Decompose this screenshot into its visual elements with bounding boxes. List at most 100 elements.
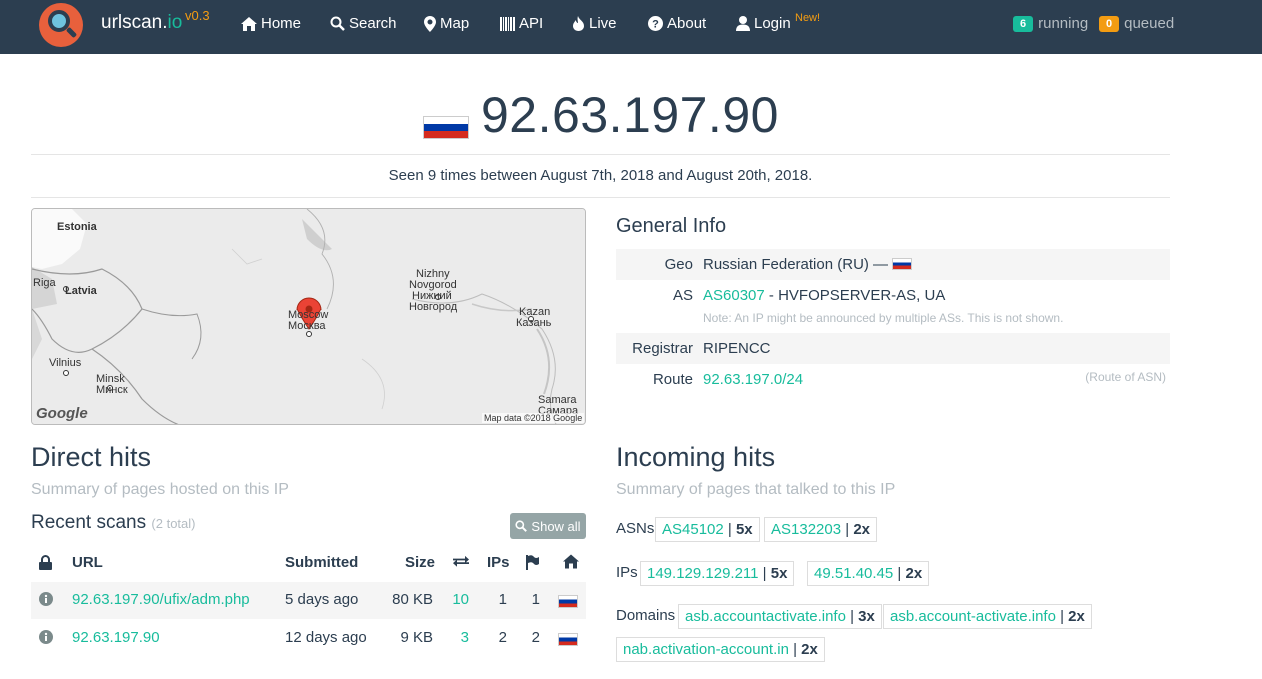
search-icon	[330, 16, 345, 31]
nav-map[interactable]: Map	[424, 15, 469, 32]
nav-api[interactable]: API	[500, 15, 543, 32]
lock-icon	[39, 555, 52, 570]
recent-scans-title: Recent scans (2 total)	[31, 512, 195, 534]
scan-size: 80 KB	[392, 591, 433, 608]
nav-home-label: Home	[261, 15, 302, 32]
queued-label: queued	[1124, 15, 1175, 32]
info-key: AS	[672, 287, 693, 304]
route-note: (Route of ASN)	[1085, 370, 1166, 384]
scan-countries: 2	[531, 629, 540, 646]
direct-hits-subtitle: Summary of pages hosted on this IP	[31, 481, 289, 498]
svg-text:?: ?	[652, 19, 659, 31]
info-key: Route	[652, 371, 693, 388]
scan-submitted: 12 days ago	[285, 629, 367, 646]
nav-home[interactable]: Home	[241, 15, 301, 32]
asn-count: 2x	[853, 521, 870, 538]
map-label: Новгород	[409, 301, 458, 313]
col-url: URL	[72, 554, 103, 571]
scan-url-link[interactable]: 92.63.197.90	[72, 629, 160, 646]
domain-chip: nab.activation-account.in | 2x	[616, 637, 825, 662]
barcode-icon	[500, 16, 515, 31]
user-icon	[736, 16, 750, 31]
brand-link[interactable]: urlscan.io	[101, 12, 182, 34]
domain-count: 2x	[801, 641, 818, 658]
info-row-as: AS AS60307 - HVFOPSERVER-AS, UA Note: An…	[616, 280, 1170, 333]
running-label: running	[1038, 15, 1089, 32]
flag-icon	[526, 555, 539, 570]
domain-link[interactable]: asb.account-activate.info	[890, 608, 1056, 625]
navbar: urlscan.io v0.3 Home Search Map API Live…	[0, 0, 1262, 54]
map-label: Riga	[33, 277, 56, 289]
nav-about-label: About	[667, 15, 707, 32]
running-counter: 6 running	[1013, 15, 1088, 32]
incoming-hits-subtitle: Summary of pages that talked to this IP	[616, 481, 896, 498]
map-label: Москва	[288, 320, 326, 332]
urlscan-logo-icon[interactable]	[39, 3, 83, 47]
ips-label: IPs	[616, 564, 638, 581]
domain-chip: asb.accountactivate.info | 3x	[678, 604, 882, 629]
home-icon	[241, 16, 257, 31]
show-all-button[interactable]: Show all	[510, 513, 586, 539]
asns-label: ASNs	[616, 520, 655, 537]
domain-chip: asb.account-activate.info | 2x	[883, 604, 1092, 629]
asn-chip: AS132203 | 2x	[764, 517, 877, 542]
version-label: v0.3	[185, 8, 210, 23]
queued-counter: 0 queued	[1099, 15, 1174, 32]
domain-count: 3x	[858, 608, 875, 625]
brand-tld: io	[167, 12, 183, 33]
domains-label: Domains	[616, 607, 676, 624]
map-attribution[interactable]: Map data ©2018 Google	[482, 413, 585, 423]
fire-icon	[573, 16, 584, 31]
domain-count: 2x	[1068, 608, 1085, 625]
asn-link[interactable]: AS132203	[771, 521, 841, 538]
nav-live[interactable]: Live	[572, 15, 617, 32]
scan-countries: 1	[531, 591, 540, 608]
geo-country: Russian Federation (RU) —	[703, 256, 889, 273]
asn-chip: AS45102 | 5x	[655, 517, 760, 542]
info-value: AS60307 - HVFOPSERVER-AS, UA	[703, 287, 945, 304]
russia-flag-icon	[558, 595, 578, 608]
col-ips: IPs	[487, 554, 510, 571]
ip-link[interactable]: 49.51.40.45	[814, 565, 893, 582]
info-circle-icon[interactable]	[39, 592, 53, 606]
location-map[interactable]: Estonia Riga Latvia Vilnius Minsk Минск …	[31, 208, 586, 425]
queued-count-badge: 0	[1099, 15, 1120, 32]
info-circle-icon[interactable]	[39, 630, 53, 644]
ip-chip: 149.129.129.211 | 5x	[640, 561, 795, 586]
russia-flag-icon	[892, 258, 913, 270]
scan-requests-link[interactable]: 10	[440, 591, 469, 608]
nav-search-label: Search	[349, 15, 397, 32]
domain-link[interactable]: asb.accountactivate.info	[685, 608, 846, 625]
question-circle-icon: ?	[648, 16, 663, 31]
scan-size: 9 KB	[400, 629, 433, 646]
divider	[31, 197, 1170, 198]
google-logo: Google	[36, 405, 88, 422]
login-new-badge: New!	[795, 12, 821, 24]
map-label: Latvia	[65, 285, 97, 297]
as-link[interactable]: AS60307	[703, 287, 765, 304]
nav-live-label: Live	[589, 15, 617, 32]
asn-link[interactable]: AS45102	[662, 521, 724, 538]
scan-ips: 1	[498, 591, 507, 608]
page-title-ip: 92.63.197.90	[481, 87, 779, 143]
scan-requests-link[interactable]: 3	[440, 629, 469, 646]
nav-api-label: API	[519, 15, 544, 32]
nav-search[interactable]: Search	[330, 15, 397, 32]
nav-about[interactable]: ? About	[648, 15, 706, 32]
recent-scans-label: Recent scans	[31, 512, 147, 533]
as-note: Note: An IP might be announced by multip…	[703, 311, 1064, 325]
ip-link[interactable]: 149.129.129.211	[647, 565, 759, 582]
general-info-title: General Info	[616, 215, 727, 237]
info-row-geo: Geo Russian Federation (RU) —	[616, 249, 1170, 280]
domain-link[interactable]: nab.activation-account.in	[623, 641, 789, 658]
col-size: Size	[405, 554, 436, 571]
scan-ips: 2	[498, 629, 507, 646]
russia-flag-icon	[423, 116, 469, 139]
scan-url-link[interactable]: 92.63.197.90/ufix/adm.php	[72, 591, 250, 608]
map-marker-icon	[424, 15, 436, 32]
nav-login[interactable]: Login	[736, 15, 791, 32]
route-link[interactable]: 92.63.197.0/24	[703, 371, 803, 388]
russia-flag-icon	[558, 633, 578, 646]
col-submitted: Submitted	[285, 554, 359, 571]
info-key: Registrar	[632, 340, 693, 357]
